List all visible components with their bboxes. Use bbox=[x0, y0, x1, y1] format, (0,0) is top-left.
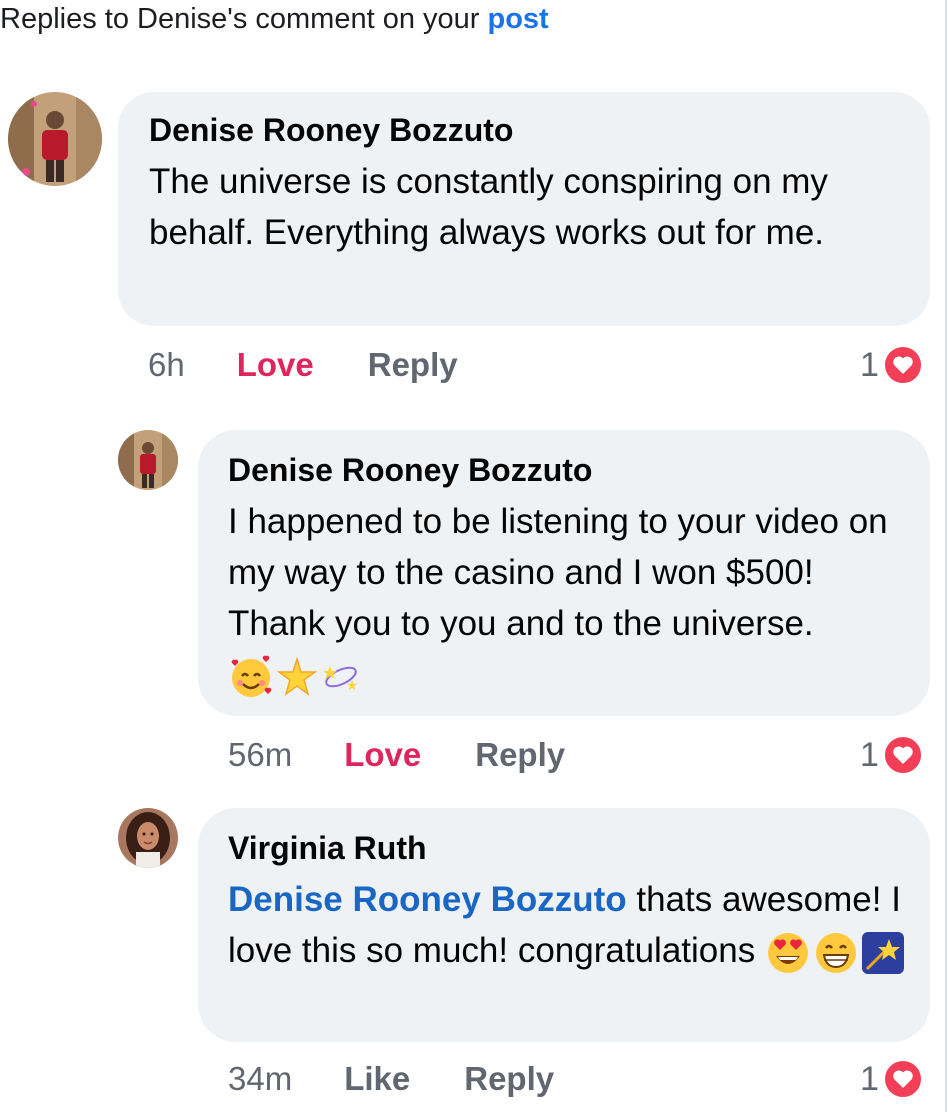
dizzy-sparkle-icon bbox=[323, 665, 357, 690]
reaction-count: 1 bbox=[860, 1059, 879, 1098]
comment-author[interactable]: Denise Rooney Bozzuto bbox=[228, 450, 910, 490]
reaction-summary[interactable]: 1 bbox=[860, 730, 923, 780]
reaction-summary[interactable]: 1 bbox=[860, 340, 923, 390]
comment-body: I happened to be listening to your video… bbox=[228, 502, 888, 643]
comment-author[interactable]: Virginia Ruth bbox=[228, 828, 910, 868]
comment-text: The universe is constantly conspiring on… bbox=[149, 162, 828, 252]
emoji-group bbox=[765, 930, 905, 976]
replies-header: Replies to Denise's comment on your post bbox=[0, 0, 549, 40]
like-button[interactable]: Like bbox=[344, 1060, 410, 1098]
heart-reaction-icon bbox=[882, 1059, 923, 1099]
header-text: Replies to Denise's comment on your bbox=[0, 3, 480, 35]
heart-reaction-icon bbox=[882, 345, 923, 385]
reply-button[interactable]: Reply bbox=[475, 736, 565, 774]
reply-button[interactable]: Reply bbox=[368, 346, 458, 384]
reaction-summary[interactable]: 1 bbox=[860, 1054, 923, 1104]
mention-link[interactable]: Denise Rooney Bozzuto bbox=[228, 880, 627, 919]
comment-actions: 56m Love Reply bbox=[228, 730, 565, 780]
heart-reaction-icon bbox=[882, 735, 923, 775]
post-link[interactable]: post bbox=[487, 3, 548, 35]
comment-time[interactable]: 34m bbox=[228, 1060, 292, 1098]
comment-actions: 34m Like Reply bbox=[228, 1054, 554, 1104]
love-button[interactable]: Love bbox=[237, 346, 314, 384]
reaction-count: 1 bbox=[860, 735, 879, 774]
glowing-star-icon bbox=[276, 656, 318, 696]
comment-text: I happened to be listening to your video… bbox=[228, 496, 910, 700]
avatar-denise-reply[interactable] bbox=[118, 430, 178, 490]
right-divider bbox=[945, 0, 947, 1112]
avatar-denise[interactable] bbox=[8, 92, 102, 186]
comment-bubble[interactable]: Virginia Ruth Denise Rooney Bozzuto that… bbox=[198, 808, 930, 1042]
shooting-star-icon bbox=[861, 931, 904, 974]
smiling-face-with-hearts-icon bbox=[231, 655, 272, 697]
comment-actions: 6h Love Reply bbox=[148, 340, 458, 390]
comment-time[interactable]: 6h bbox=[148, 346, 185, 384]
comment-bubble[interactable]: Denise Rooney Bozzuto The universe is co… bbox=[118, 92, 930, 326]
reply-button[interactable]: Reply bbox=[464, 1060, 554, 1098]
comment-author[interactable]: Denise Rooney Bozzuto bbox=[149, 110, 900, 150]
reaction-count: 1 bbox=[860, 345, 879, 384]
love-button[interactable]: Love bbox=[344, 736, 421, 774]
comment-time[interactable]: 56m bbox=[228, 736, 292, 774]
grinning-face-icon bbox=[815, 932, 856, 973]
avatar-virginia[interactable] bbox=[118, 808, 178, 868]
emoji-group bbox=[228, 654, 362, 700]
heart-eyes-icon bbox=[767, 932, 808, 973]
comment-text: Denise Rooney Bozzuto thats awesome! I l… bbox=[228, 874, 910, 976]
comment-bubble[interactable]: Denise Rooney Bozzuto I happened to be l… bbox=[198, 430, 930, 716]
